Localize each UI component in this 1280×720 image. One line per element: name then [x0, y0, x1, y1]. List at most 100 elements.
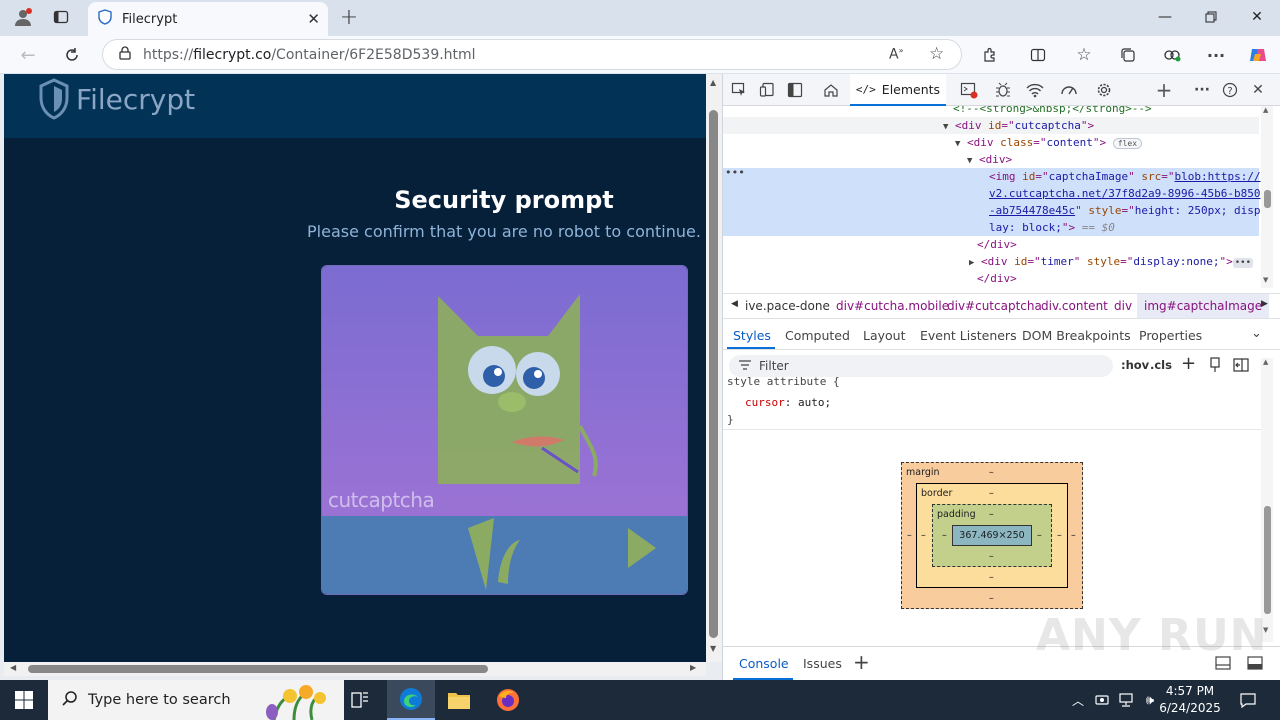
- network-wifi-icon[interactable]: [1022, 78, 1048, 102]
- copilot-icon[interactable]: [1244, 41, 1272, 69]
- breadcrumb-item[interactable]: div: [1114, 299, 1132, 313]
- more-menu-icon[interactable]: ···: [1202, 41, 1230, 69]
- tab-layout[interactable]: Layout: [863, 328, 906, 343]
- dom-line-content[interactable]: ▼ <div class="content"> flex: [955, 134, 1143, 151]
- style-attribute-rule[interactable]: style attribute { cursor: auto; }: [723, 375, 1271, 430]
- taskbar-clock[interactable]: 4:57 PM 6/24/2025: [1152, 683, 1228, 717]
- cls-toggle[interactable]: .cls: [1150, 358, 1172, 372]
- new-tab-icon[interactable]: +: [334, 4, 364, 30]
- border-bottom-value[interactable]: –: [989, 572, 994, 583]
- profile-icon[interactable]: [8, 4, 38, 30]
- lock-icon[interactable]: [119, 45, 131, 64]
- tab-properties[interactable]: Properties: [1139, 328, 1202, 343]
- welcome-home-icon[interactable]: [818, 78, 844, 102]
- tab-elements[interactable]: </> Elements: [850, 74, 946, 106]
- hov-toggle[interactable]: :hov: [1121, 358, 1149, 372]
- security-icon[interactable]: [1090, 680, 1114, 720]
- show-hidden-icons-chevron-icon[interactable]: ︿: [1066, 680, 1090, 720]
- firefox-icon[interactable]: [484, 680, 532, 720]
- element-state-icon[interactable]: [1209, 357, 1221, 377]
- breadcrumb-item[interactable]: div.content: [1041, 299, 1108, 313]
- captcha-image[interactable]: cutcaptcha: [321, 265, 688, 595]
- box-content-size[interactable]: 367.469×250: [952, 525, 1032, 546]
- filecrypt-logo[interactable]: Filecrypt: [38, 78, 195, 120]
- border-right-value[interactable]: –: [1057, 530, 1062, 541]
- dom-ellipsis-icon[interactable]: •••: [725, 164, 745, 181]
- breadcrumb-scroll-left-icon[interactable]: ◀: [731, 299, 738, 309]
- margin-right-value[interactable]: –: [1071, 530, 1076, 541]
- dom-line-div[interactable]: ▼ <div>: [967, 151, 1012, 168]
- margin-top-value[interactable]: –: [989, 467, 994, 478]
- margin-bottom-value[interactable]: –: [989, 593, 994, 604]
- taskbar-search-box[interactable]: Type here to search: [48, 680, 344, 720]
- padding-right-value[interactable]: –: [1037, 530, 1042, 541]
- console-tab-icon[interactable]: [956, 78, 982, 102]
- customize-menu-icon[interactable]: ···: [1189, 78, 1215, 102]
- read-aloud-icon[interactable]: A»: [889, 46, 903, 63]
- dom-line-timer[interactable]: ▶ <div id="timer" style="display:none;">…: [969, 253, 1254, 270]
- tab-issues[interactable]: Issues: [803, 656, 842, 671]
- breadcrumb-item[interactable]: div#cutcha.mobile: [836, 299, 949, 313]
- tab-close-icon[interactable]: ✕: [307, 10, 320, 28]
- dom-tree[interactable]: <!--<strong>&nbsp;</strong>--> ▼ <div id…: [723, 106, 1271, 288]
- edge-taskbar-icon[interactable]: [387, 680, 435, 720]
- page-vertical-scrollbar[interactable]: ▲ ▼: [706, 74, 722, 662]
- vertical-scroll-thumb[interactable]: [709, 110, 718, 638]
- performance-gauge-icon[interactable]: [1056, 78, 1082, 102]
- tab-console[interactable]: Console: [739, 656, 789, 671]
- dom-line-close-div-2[interactable]: </div>: [977, 270, 1017, 287]
- style-declaration[interactable]: cursor: auto;: [745, 394, 831, 411]
- breadcrumb-item[interactable]: ive.pace-done: [745, 299, 830, 313]
- address-bar[interactable]: https://filecrypt.co/Container/6F2E58D53…: [102, 39, 962, 70]
- styles-scrollbar[interactable]: ▲ ▼: [1261, 358, 1273, 642]
- more-tools-plus-icon[interactable]: +: [1151, 78, 1177, 102]
- tab-event-listeners[interactable]: Event Listeners: [920, 328, 1017, 343]
- tab-filecrypt[interactable]: Filecrypt ✕: [88, 2, 328, 36]
- collections-icon[interactable]: [1114, 41, 1142, 69]
- padding-bottom-value[interactable]: –: [989, 551, 994, 562]
- device-emulation-icon[interactable]: [754, 78, 780, 102]
- network-icon[interactable]: [1114, 680, 1138, 720]
- reload-icon[interactable]: [58, 41, 86, 69]
- favorite-star-icon[interactable]: ☆: [929, 44, 944, 64]
- close-window-icon[interactable]: ✕: [1234, 0, 1280, 34]
- notifications-icon[interactable]: [1230, 680, 1266, 720]
- dom-line-comment[interactable]: <!--<strong>&nbsp;</strong>-->: [953, 106, 1152, 117]
- dock-side-icon[interactable]: [782, 78, 808, 102]
- tab-actions-icon[interactable]: [46, 4, 76, 30]
- padding-top-value[interactable]: –: [989, 509, 994, 520]
- horizontal-scroll-thumb[interactable]: [28, 665, 488, 673]
- tab-computed[interactable]: Computed: [785, 328, 850, 343]
- dom-scrollbar[interactable]: ▲ ▼: [1261, 106, 1273, 288]
- page-horizontal-scrollbar[interactable]: ◀ ▶: [4, 662, 706, 676]
- performance-icon[interactable]: [1158, 41, 1186, 69]
- back-icon[interactable]: ←: [14, 41, 42, 69]
- settings-gear-icon[interactable]: [1091, 78, 1117, 102]
- dom-line-close-div[interactable]: </div>: [977, 236, 1017, 253]
- breadcrumb-scroll-right-icon[interactable]: ▶: [1261, 299, 1268, 309]
- border-top-value[interactable]: –: [989, 488, 994, 499]
- split-screen-icon[interactable]: [1024, 41, 1052, 69]
- dom-line-cutcaptcha[interactable]: ▼ <div id="cutcaptcha">: [943, 117, 1094, 134]
- dom-line-img-3[interactable]: -ab754478e45c" style="height: 250px; dis…: [989, 202, 1261, 219]
- tab-styles[interactable]: Styles: [733, 328, 771, 343]
- box-model-diagram[interactable]: margin – – – – border – – – – padding – …: [901, 462, 1083, 609]
- dom-line-img-2[interactable]: v2.cutcaptcha.net/37f8d2a9-8996-45b6-b85…: [989, 185, 1261, 202]
- margin-left-value[interactable]: –: [907, 530, 912, 541]
- border-left-value[interactable]: –: [921, 530, 926, 541]
- inspect-element-icon[interactable]: [726, 78, 752, 102]
- favorites-icon[interactable]: ☆: [1070, 41, 1098, 69]
- task-view-icon[interactable]: [336, 680, 384, 720]
- breadcrumb-item-selected[interactable]: img#captchaImage: [1137, 294, 1270, 318]
- new-style-rule-icon[interactable]: +: [1181, 353, 1196, 374]
- windows-start-icon[interactable]: [0, 680, 48, 720]
- file-explorer-icon[interactable]: [435, 680, 483, 720]
- close-devtools-icon[interactable]: ✕: [1245, 78, 1271, 102]
- debugger-bug-icon[interactable]: [990, 78, 1016, 102]
- dom-line-img-4[interactable]: lay: block;"> == $0: [989, 219, 1115, 236]
- padding-left-value[interactable]: –: [942, 530, 947, 541]
- extensions-icon[interactable]: [976, 41, 1004, 69]
- minimize-icon[interactable]: —: [1142, 0, 1188, 34]
- flex-badge[interactable]: flex: [1112, 138, 1143, 149]
- help-icon[interactable]: ?: [1217, 78, 1243, 102]
